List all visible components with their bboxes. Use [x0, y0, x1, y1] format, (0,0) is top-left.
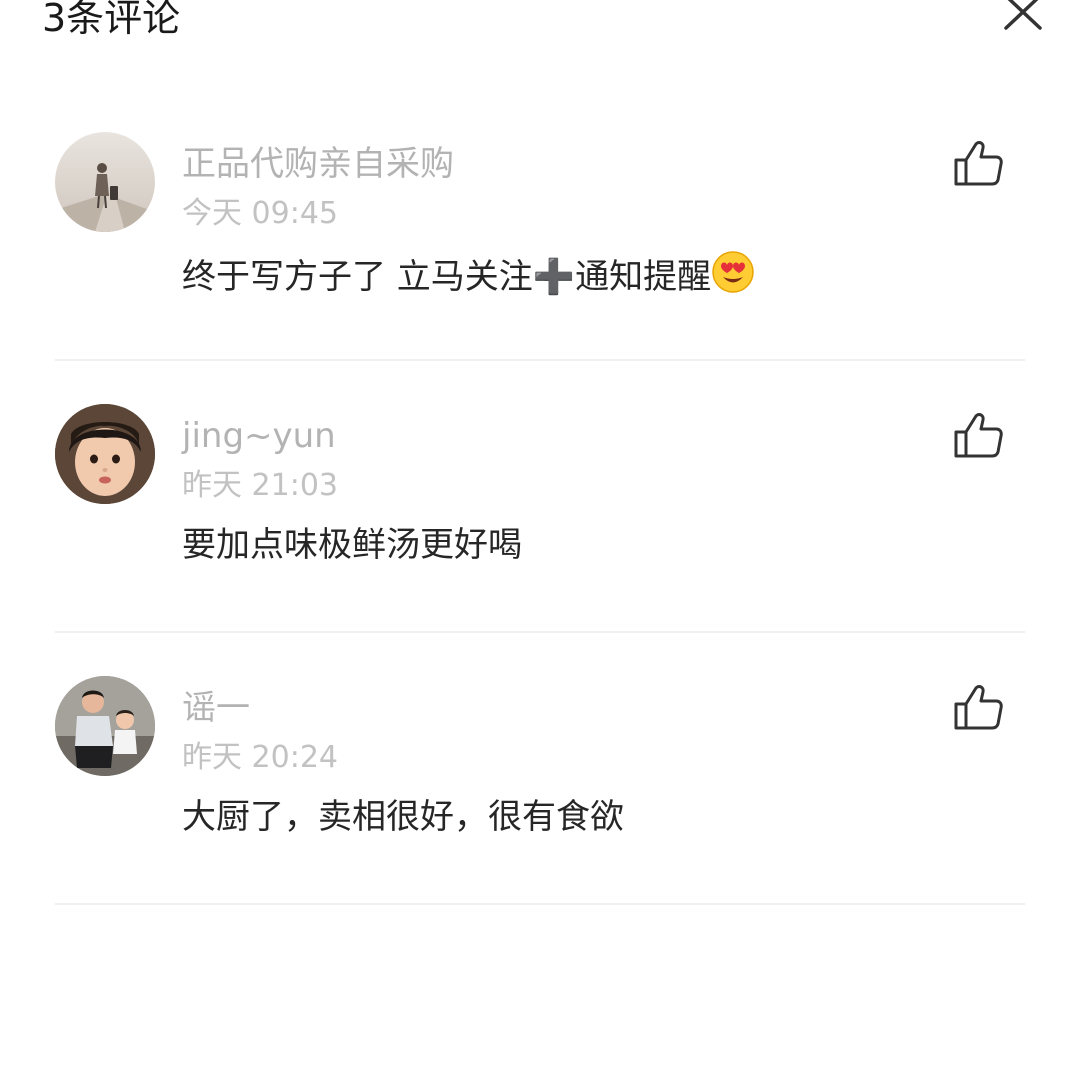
close-button[interactable] [998, 0, 1048, 36]
avatar[interactable] [55, 404, 155, 504]
comment-text: 大厨了，卖相很好，很有食欲 [182, 797, 624, 837]
comment-item: jing~yun 昨天 21:03 要加点味极鲜汤更好喝 [0, 404, 1080, 676]
comment-username[interactable]: 正品代购亲自采购 [182, 142, 454, 186]
plus-symbol: ➕ [532, 257, 576, 297]
avatar[interactable] [55, 132, 155, 232]
like-button[interactable] [952, 682, 1004, 734]
comment-item: 正品代购亲自采购 今天 09:45 终于写方子了 立马关注➕通知提醒 [0, 132, 1080, 404]
comment-text-part: 通知提醒 [575, 257, 712, 297]
avatar[interactable] [55, 676, 155, 776]
comments-header: 3条评论 [0, 0, 1080, 60]
comment-time: 今天 09:45 [182, 196, 338, 231]
divider [55, 631, 1025, 633]
thumbs-up-icon [954, 141, 1003, 186]
comment-text: 终于写方子了 立马关注➕通知提醒 [182, 250, 755, 306]
comment-time: 昨天 21:03 [182, 468, 338, 503]
thumbs-up-icon [954, 413, 1003, 458]
comment-username[interactable]: jing~yun [182, 414, 336, 458]
heart-eyes-emoji-icon [711, 250, 755, 306]
close-icon [1004, 0, 1042, 30]
thumbs-up-icon [954, 685, 1003, 730]
like-button[interactable] [952, 138, 1004, 190]
divider [55, 359, 1025, 361]
divider [55, 903, 1025, 905]
comment-username[interactable]: 谣一 [182, 686, 250, 730]
comments-count-title: 3条评论 [42, 0, 181, 40]
like-button[interactable] [952, 410, 1004, 462]
comment-text-part: 终于写方子了 立马关注 [182, 257, 533, 297]
comment-item: 谣一 昨天 20:24 大厨了，卖相很好，很有食欲 [0, 676, 1080, 948]
comment-text: 要加点味极鲜汤更好喝 [182, 525, 522, 565]
comment-time: 昨天 20:24 [182, 740, 338, 775]
